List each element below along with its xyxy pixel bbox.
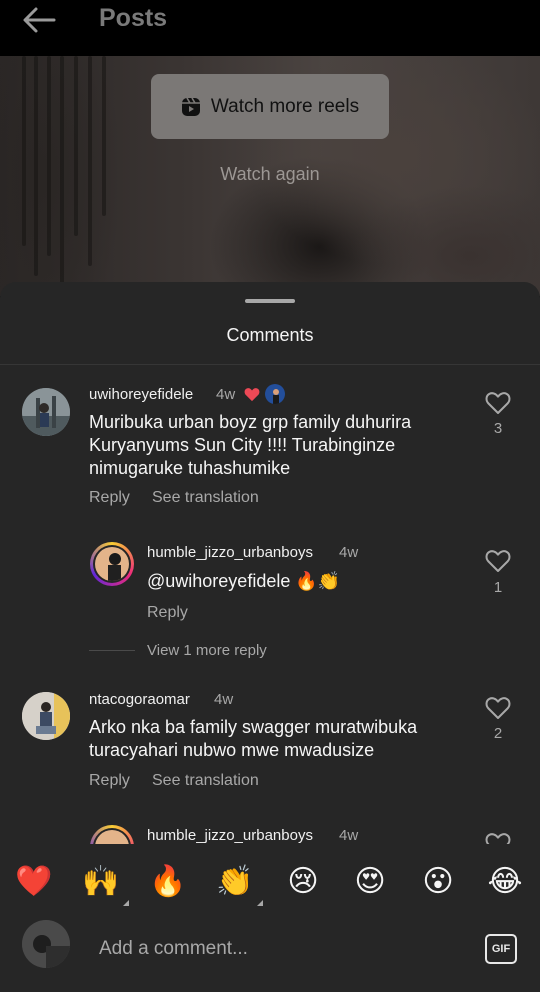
like-count: 1: [493, 579, 503, 596]
skin-tone-indicator: [123, 900, 129, 906]
heart-icon: [244, 388, 260, 402]
comment-username[interactable]: ntacogoraomar: [89, 691, 190, 708]
emoji-laughing-face[interactable]: 😂: [485, 862, 525, 902]
arrow-left-icon: [23, 7, 56, 33]
profile-photo: [95, 547, 129, 581]
back-button[interactable]: [20, 6, 60, 38]
emoji-clapping-hands[interactable]: 👏: [215, 862, 263, 906]
story-ring-avatar[interactable]: [90, 542, 134, 586]
emoji-crying-face[interactable]: 😢: [283, 862, 323, 902]
top-bar: Posts: [0, 0, 540, 56]
watch-again-button[interactable]: Watch again: [0, 164, 540, 185]
view-more-replies-button[interactable]: View 1 more reply: [147, 642, 267, 659]
gif-button[interactable]: GIF: [485, 934, 517, 964]
like-count: 2: [493, 725, 503, 742]
story-ring-avatar[interactable]: [90, 825, 134, 844]
emoji-heart-eyes[interactable]: 😍: [350, 862, 390, 902]
avatar[interactable]: [22, 388, 70, 436]
reaction-bar: ❤️ 🙌 🔥 👏 😢 😍 😮 😂: [0, 844, 540, 924]
creator-avatar: [265, 384, 285, 404]
divider: [89, 650, 135, 651]
reel-video[interactable]: Watch more reels Watch again: [0, 56, 540, 296]
reply-username[interactable]: humble_jizzo_urbanboys: [147, 827, 313, 844]
heart-outline-icon: [485, 833, 511, 844]
reply-button[interactable]: Reply: [147, 604, 188, 622]
reply-text: @uwihoreyefidele 🔥👏: [147, 571, 341, 591]
like-button[interactable]: [485, 549, 511, 578]
comment-text: Arko nka ba family swagger muratwibuka t…: [89, 717, 418, 760]
like-button[interactable]: [485, 832, 511, 844]
comment-time: 4w: [214, 691, 234, 708]
profile-photo: [22, 920, 70, 968]
reply-time: 4w: [339, 544, 359, 561]
watch-more-label: Watch more reels: [210, 95, 360, 117]
see-translation-button[interactable]: See translation: [152, 489, 259, 507]
reply-time: 4w: [339, 827, 359, 844]
emoji-raising-hands[interactable]: 🙌: [81, 862, 129, 906]
watch-more-reels-button[interactable]: Watch more reels: [151, 74, 389, 139]
see-translation-button[interactable]: See translation: [152, 772, 259, 790]
avatar[interactable]: [22, 692, 70, 740]
comment-text: Muribuka urban boyz grp family duhurira …: [89, 412, 412, 478]
my-avatar: [22, 920, 70, 968]
reels-icon: [181, 97, 200, 116]
skin-tone-indicator: [257, 900, 263, 906]
reply-button[interactable]: Reply: [89, 489, 130, 507]
heart-outline-icon: [485, 550, 511, 572]
like-button[interactable]: [485, 391, 511, 420]
emoji-fire[interactable]: 🔥: [148, 862, 188, 902]
drag-handle[interactable]: [245, 299, 295, 303]
comments-list[interactable]: uwihoreyefidele 4w Muribuka urban boyz g…: [0, 365, 540, 844]
heart-outline-icon: [485, 392, 511, 414]
heart-outline-icon: [485, 697, 511, 719]
like-button[interactable]: [485, 696, 511, 725]
add-comment-bar: Add a comment... GIF: [0, 920, 540, 992]
profile-photo: [22, 692, 70, 740]
emoji-heart[interactable]: ❤️: [14, 862, 54, 902]
page-title: Posts: [99, 4, 168, 32]
like-count: 3: [493, 420, 503, 437]
reply-username[interactable]: humble_jizzo_urbanboys: [147, 544, 313, 561]
comment-username[interactable]: uwihoreyefidele: [89, 386, 193, 403]
profile-photo: [22, 388, 70, 436]
comment-time: 4w: [216, 386, 236, 403]
add-comment-input[interactable]: Add a comment...: [99, 938, 248, 960]
reply-button[interactable]: Reply: [89, 772, 130, 790]
comments-sheet: Comments uwihoreyefidele 4w Muribuka urb…: [0, 282, 540, 992]
emoji-surprised-face[interactable]: 😮: [418, 862, 458, 902]
comments-title: Comments: [226, 325, 314, 345]
